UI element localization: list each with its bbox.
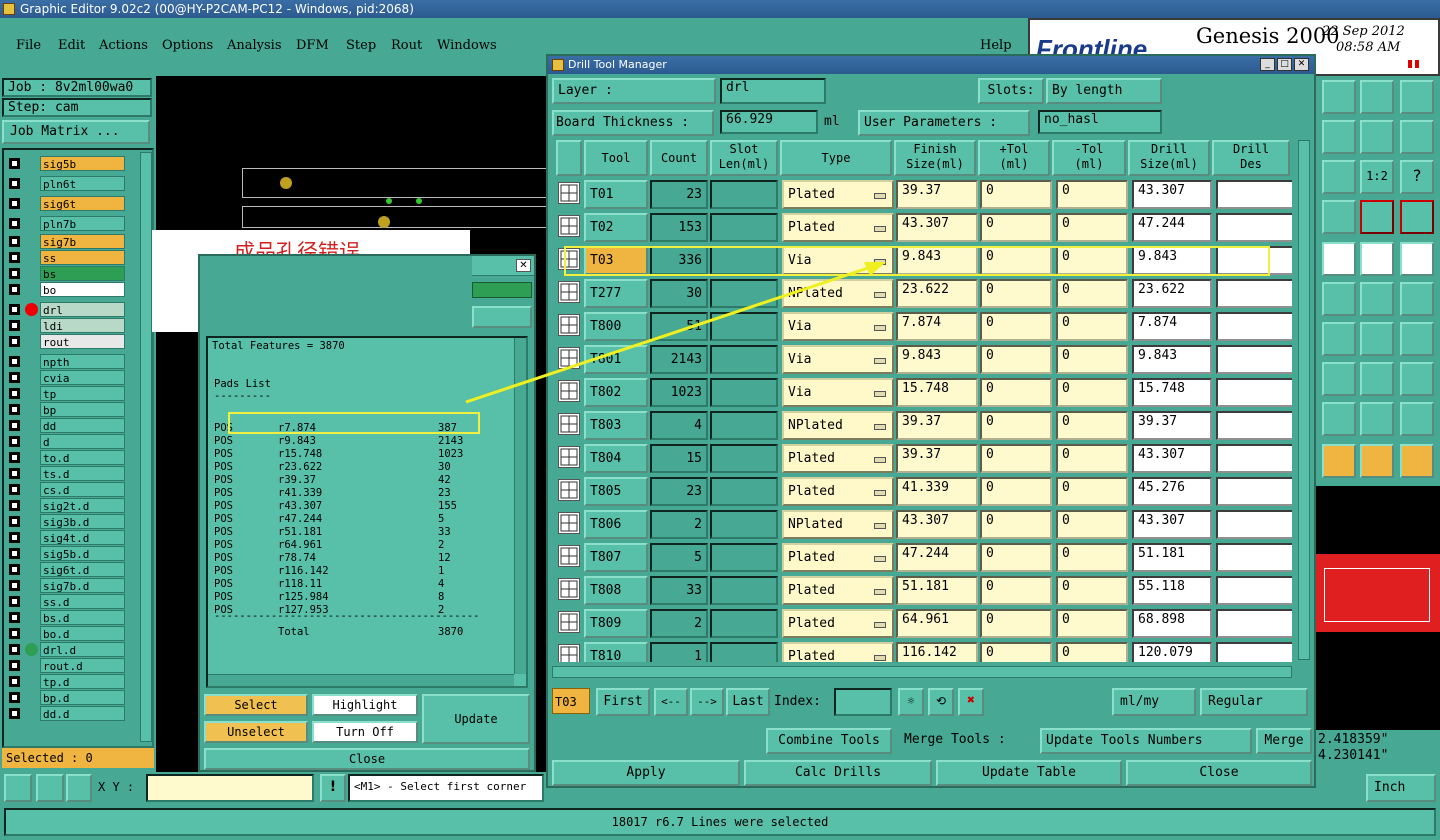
connect2-icon[interactable] — [1400, 282, 1434, 316]
status-message: 18017 r6.7 Lines were selected — [4, 808, 1436, 836]
arrow-c-icon[interactable] — [1400, 402, 1434, 436]
line-icon[interactable] — [1322, 322, 1356, 356]
help-icon[interactable]: ? — [1400, 160, 1434, 194]
grid-icon[interactable] — [1322, 200, 1356, 234]
prompt-field: <M1> - Select first corner — [348, 774, 544, 802]
home-icon[interactable] — [1360, 80, 1394, 114]
ruler-icon[interactable] — [1360, 242, 1394, 276]
arrow-a-icon[interactable] — [1322, 402, 1356, 436]
pointer2-icon[interactable] — [1360, 444, 1394, 478]
import-icon[interactable] — [1322, 120, 1356, 154]
polygon-icon[interactable] — [1322, 242, 1356, 276]
xy-input[interactable] — [146, 774, 314, 802]
angle-icon[interactable] — [36, 774, 64, 802]
route-icon[interactable] — [1400, 444, 1434, 478]
pointer-icon[interactable] — [1322, 444, 1356, 478]
mirror-icon[interactable] — [1360, 120, 1394, 154]
pad-icon[interactable] — [1400, 242, 1434, 276]
split-icon[interactable] — [1400, 322, 1434, 356]
arrow-b-icon[interactable] — [1360, 402, 1394, 436]
s-shape-icon[interactable] — [1400, 120, 1434, 154]
bottom-toolbar: X Y : ! <M1> - Select first corner — [0, 772, 546, 804]
connect-icon[interactable] — [1360, 282, 1394, 316]
annotation-arrow — [465, 262, 886, 404]
xy-label: X Y : — [98, 780, 135, 794]
cross-icon[interactable] — [1322, 282, 1356, 316]
mini-canvas[interactable] — [1316, 486, 1440, 730]
scale-icon[interactable]: 1:2 — [1360, 160, 1394, 194]
grid-snap-icon[interactable] — [66, 774, 92, 802]
shapes-icon[interactable] — [1400, 362, 1434, 396]
units-inch-dropdown[interactable]: Inch — [1366, 774, 1436, 802]
save-icon[interactable] — [1322, 80, 1356, 114]
break-icon[interactable] — [1322, 362, 1356, 396]
arc-icon[interactable] — [1360, 322, 1394, 356]
right-toolbar: 1:2 ? — [1316, 76, 1440, 484]
net-icon[interactable] — [1360, 200, 1394, 234]
coord-x: 2.418359" — [1318, 732, 1389, 747]
status-bar: 18017 r6.7 Lines were selected — [0, 804, 1440, 840]
snap-icon[interactable] — [4, 774, 32, 802]
measure-icon[interactable] — [1360, 362, 1394, 396]
warning-icon[interactable]: ! — [320, 774, 346, 802]
net-select-icon[interactable] — [1400, 200, 1434, 234]
window-icon[interactable] — [1400, 80, 1434, 114]
coord-y: 4.230141" — [1318, 748, 1389, 763]
move-icon[interactable] — [1322, 160, 1356, 194]
